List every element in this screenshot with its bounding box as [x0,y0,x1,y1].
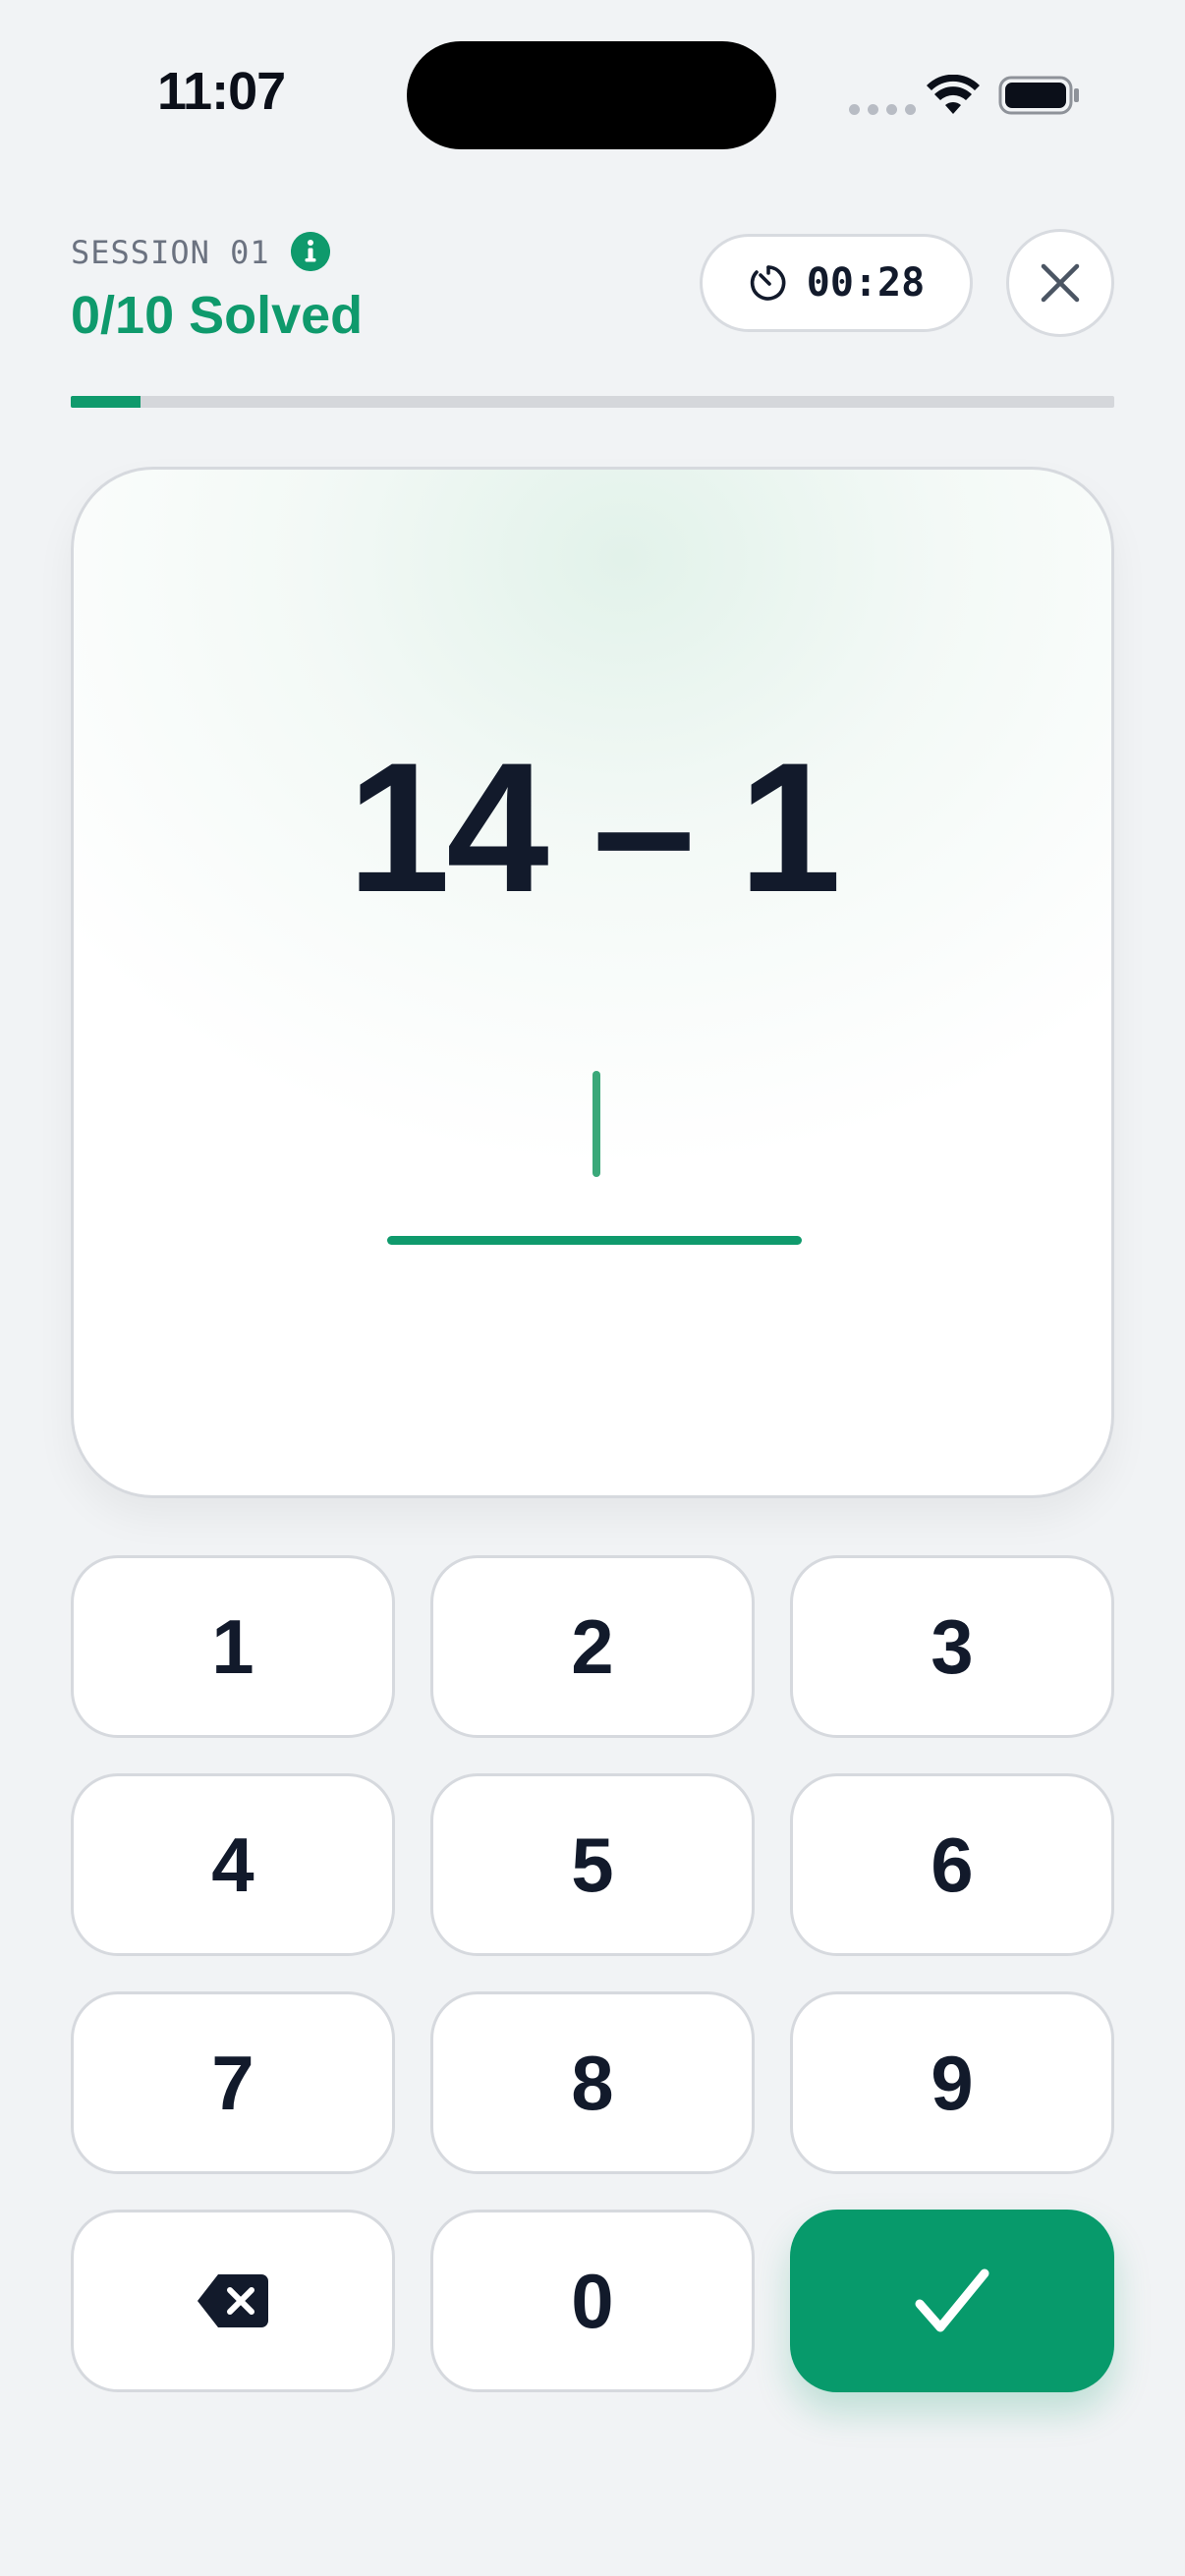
key-9[interactable]: 9 [790,1991,1114,2174]
problem-card: 14 – 1 [71,467,1114,1498]
session-label: SESSION 01 [71,234,270,271]
timer-value: 00:28 [806,260,926,306]
wifi-icon [927,75,980,114]
key-5[interactable]: 5 [430,1773,755,1956]
problem-expression: 14 – 1 [347,724,842,930]
close-icon [1041,263,1080,303]
key-3[interactable]: 3 [790,1555,1114,1738]
backspace-icon [198,2274,268,2327]
timer-pill: 00:28 [700,234,973,332]
delete-button[interactable] [71,2210,395,2392]
key-6[interactable]: 6 [790,1773,1114,1956]
solved-count: 0/10 Solved [71,286,364,345]
answer-caret [592,1071,600,1177]
key-8[interactable]: 8 [430,1991,755,2174]
cellular-signal-icon [849,104,916,115]
key-1[interactable]: 1 [71,1555,395,1738]
battery-icon [998,76,1079,115]
key-4[interactable]: 4 [71,1773,395,1956]
answer-input[interactable] [387,1236,802,1245]
status-time: 11:07 [157,62,286,121]
dynamic-island [407,41,776,149]
key-2[interactable]: 2 [430,1555,755,1738]
close-button[interactable] [1006,229,1114,337]
timer-icon [750,265,786,301]
info-icon[interactable] [291,232,330,271]
progress-bar [71,396,1114,408]
key-0[interactable]: 0 [430,2210,755,2392]
keypad: 1 2 3 4 5 6 7 8 9 0 [71,1555,1114,2392]
key-7[interactable]: 7 [71,1991,395,2174]
progress-fill [71,396,141,408]
submit-button[interactable] [790,2210,1114,2392]
check-icon [915,2268,989,2332]
